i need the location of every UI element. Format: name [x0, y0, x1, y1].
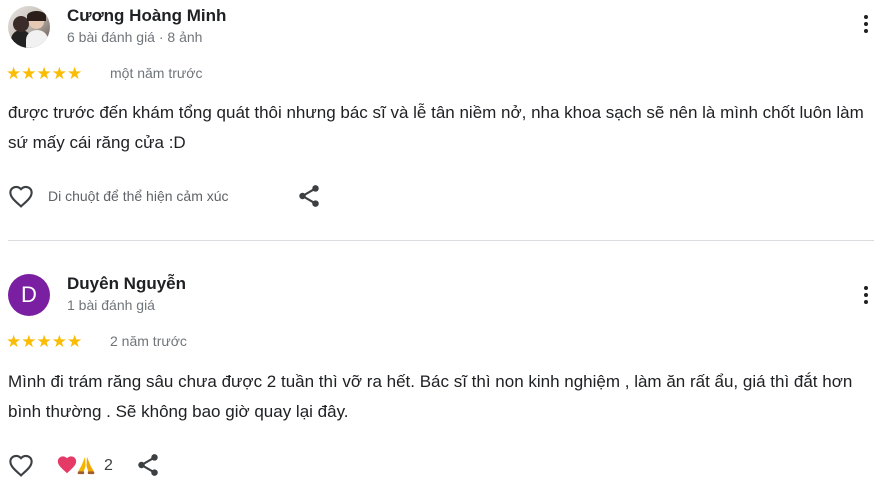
review-time: một năm trước — [110, 65, 203, 81]
author-meta: 1 bài đánh giá — [67, 297, 155, 313]
review-text: Mình đi trám răng sâu chưa được 2 tuần t… — [8, 372, 853, 421]
more-vert-icon — [864, 15, 868, 19]
star-rating: ★★★★★ — [6, 332, 83, 351]
star-rating: ★★★★★ — [6, 64, 83, 83]
author-avatar[interactable] — [8, 6, 50, 48]
heart-outline-icon — [9, 185, 33, 208]
reaction-hint: Di chuột để thể hiện cảm xúc — [48, 188, 229, 204]
author-meta: 6 bài đánh giá · 8 ảnh — [67, 29, 203, 45]
author-name[interactable]: Duyên Nguyễn — [67, 274, 186, 294]
author-avatar[interactable]: D — [8, 274, 50, 316]
more-vert-icon — [864, 286, 868, 290]
share-icon — [299, 185, 319, 207]
more-options-button[interactable] — [860, 12, 872, 40]
review-time: 2 năm trước — [110, 333, 187, 349]
review-card: D Duyên Nguyễn 1 bài đánh giá ★★★★★ 2 nă… — [0, 241, 875, 482]
heart-outline-icon — [9, 454, 33, 477]
review-text: được trước đến khám tổng quát thôi nhưng… — [8, 103, 864, 152]
author-name[interactable]: Cương Hoàng Minh — [67, 6, 226, 26]
review-card: Cương Hoàng Minh 6 bài đánh giá · 8 ảnh … — [0, 0, 875, 240]
react-button[interactable] — [6, 450, 36, 480]
react-button[interactable] — [6, 181, 36, 211]
folded-hands-icon — [77, 456, 95, 475]
share-icon — [138, 454, 158, 476]
reaction-count: 2 — [104, 457, 113, 474]
share-button[interactable] — [296, 183, 322, 209]
more-options-button[interactable] — [860, 283, 872, 311]
share-button[interactable] — [135, 452, 161, 478]
